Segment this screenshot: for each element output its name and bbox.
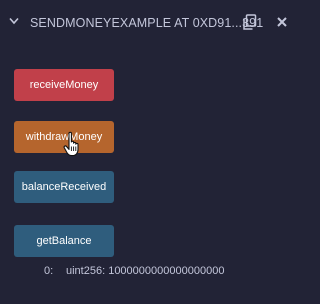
deployed-contract-panel: SENDMONEYEXAMPLE AT 0XD91...391 receiveM… (0, 0, 304, 304)
withdraw-money-button[interactable]: withdrawMoney (14, 121, 114, 153)
close-icon[interactable] (276, 16, 288, 28)
receive-money-label: receiveMoney (29, 79, 99, 91)
get-balance-label: getBalance (36, 235, 92, 247)
withdraw-money-label: withdrawMoney (25, 131, 103, 143)
result-index: 0: (44, 265, 54, 277)
receive-money-button[interactable]: receiveMoney (14, 69, 114, 101)
copy-icon[interactable] (242, 14, 257, 31)
contract-header[interactable]: SENDMONEYEXAMPLE AT 0XD91...391 (0, 0, 304, 44)
balance-received-button[interactable]: balanceReceived (14, 171, 114, 203)
contract-title: SENDMONEYEXAMPLE AT 0XD91...391 (30, 16, 264, 30)
get-balance-button[interactable]: getBalance (14, 225, 114, 257)
balance-received-label: balanceReceived (21, 181, 107, 193)
chevron-down-icon[interactable] (9, 17, 19, 25)
call-result: 0: uint256: 1000000000000000000 (44, 265, 224, 277)
result-value: uint256: 1000000000000000000 (66, 265, 225, 277)
